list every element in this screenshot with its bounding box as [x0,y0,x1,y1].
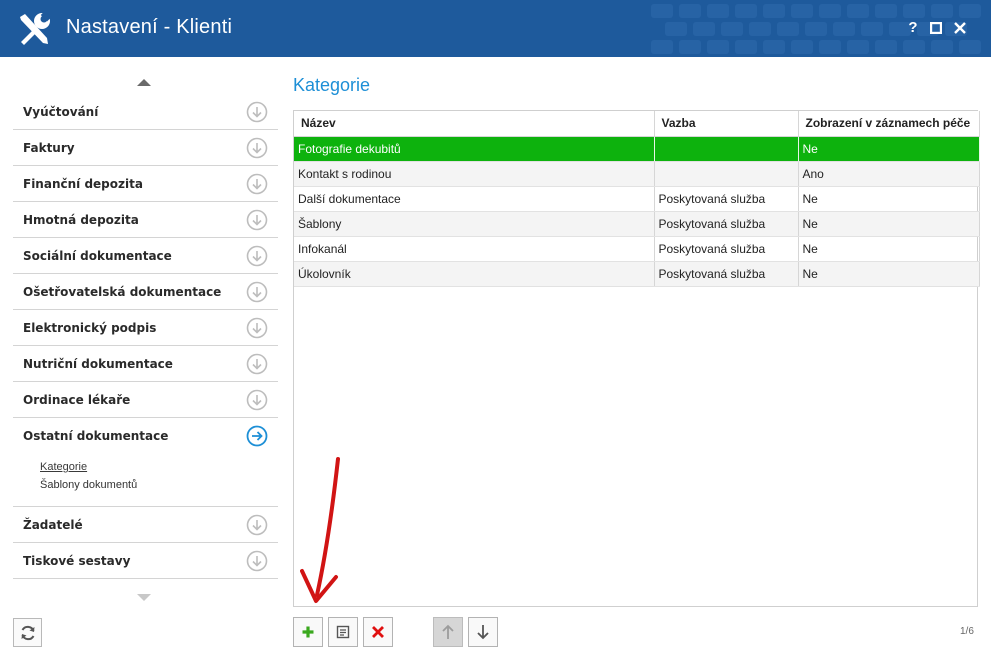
sidebar-item-vyuctovani[interactable]: Vyúčtování [13,94,278,130]
sidebar-item-label: Hmotná depozita [23,213,139,227]
cell-zobrazeni: Ne [798,136,980,162]
sidebar-item-label: Sociální dokumentace [23,249,172,263]
arrow-down-circle-icon[interactable] [246,173,268,195]
cell-vazba: Poskytovaná služba [654,211,799,237]
column-header-vazba[interactable]: Vazba [654,111,799,137]
sidebar-item-hmotna-depozita[interactable]: Hmotná depozita [13,202,278,238]
table-row[interactable]: Úkolovník Poskytovaná služba Ne [294,261,980,287]
cell-nazev: Úkolovník [294,261,655,287]
wrench-screwdriver-icon [20,12,51,45]
arrow-down-circle-icon[interactable] [246,389,268,411]
arrow-down-circle-icon[interactable] [246,317,268,339]
cell-nazev: Fotografie dekubitů [294,136,655,162]
sidebar-item-elektronicky-podpis[interactable]: Elektronický podpis [13,310,278,346]
delete-x-icon [372,626,384,638]
sidebar-item-osetrovatelska-dokumentace[interactable]: Ošetřovatelská dokumentace [13,274,278,310]
sidebar-nav: Vyúčtování Faktury Finanční depozita Hmo… [13,94,278,579]
sidebar-item-nutricni-dokumentace[interactable]: Nutriční dokumentace [13,346,278,382]
cell-zobrazeni: Ne [798,211,980,237]
cell-vazba: Poskytovaná služba [654,236,799,262]
sidebar-item-label: Ordinace lékaře [23,393,131,407]
sidebar-item-tiskove-sestavy[interactable]: Tiskové sestavy [13,543,278,579]
cell-zobrazeni: Ne [798,186,980,212]
arrow-down-circle-icon[interactable] [246,209,268,231]
table-row[interactable]: Kontakt s rodinou Ano [294,161,980,187]
sidebar-item-label: Žadatelé [23,518,83,532]
cell-nazev: Další dokumentace [294,186,655,212]
arrow-right-circle-icon[interactable] [246,425,268,447]
sidebar-scroll-up-icon[interactable] [137,79,151,86]
sidebar-item-label: Elektronický podpis [23,321,157,335]
sidebar: Vyúčtování Faktury Finanční depozita Hmo… [13,58,278,608]
cell-vazba: Poskytovaná služba [654,186,799,212]
sidebar-subitem-kategorie[interactable]: Kategorie [40,461,87,473]
categories-table: Název Vazba Zobrazení v záznamech péče F… [294,111,980,287]
maximize-icon [929,21,943,35]
arrow-down-circle-icon[interactable] [246,245,268,267]
refresh-button[interactable] [13,618,42,647]
table-row[interactable]: Šablony Poskytovaná služba Ne [294,211,980,237]
arrow-down-circle-icon[interactable] [246,281,268,303]
cell-nazev: Infokanál [294,236,655,262]
sidebar-item-label: Tiskové sestavy [23,554,131,568]
sidebar-subitem-sablony-dokumentu[interactable]: Šablony dokumentů [40,479,137,491]
cell-vazba [654,136,799,162]
cell-vazba: Poskytovaná služba [654,261,799,287]
table-row[interactable]: Další dokumentace Poskytovaná služba Ne [294,186,980,212]
column-header-nazev[interactable]: Název [294,111,655,137]
cell-nazev: Kontakt s rodinou [294,161,655,187]
table-row[interactable]: Infokanál Poskytovaná služba Ne [294,236,980,262]
arrow-up-icon [442,624,454,639]
sidebar-item-zadatele[interactable]: Žadatelé [13,507,278,543]
sidebar-item-ostatni-dokumentace[interactable]: Ostatní dokumentace Kategorie Šablony do… [13,418,278,507]
arrow-down-circle-icon[interactable] [246,137,268,159]
title-bar: Nastavení - Klienti ? [0,0,991,57]
page-title: Kategorie [293,75,371,95]
cell-vazba [654,161,799,187]
sidebar-item-label: Faktury [23,141,75,155]
cell-zobrazeni: Ne [798,236,980,262]
move-down-button[interactable] [468,617,498,647]
arrow-down-circle-icon[interactable] [246,353,268,375]
sidebar-item-financni-depozita[interactable]: Finanční depozita [13,166,278,202]
arrow-down-circle-icon[interactable] [246,550,268,572]
sidebar-item-label: Ostatní dokumentace [23,429,169,443]
cell-zobrazeni: Ne [798,261,980,287]
categories-grid: Název Vazba Zobrazení v záznamech péče F… [293,110,980,607]
sidebar-item-ordinace-lekare[interactable]: Ordinace lékaře [13,382,278,418]
plus-icon [302,626,314,638]
edit-document-icon [336,625,350,639]
sidebar-item-label: Finanční depozita [23,177,143,191]
sidebar-item-label: Vyúčtování [23,105,99,119]
maximize-button[interactable] [926,18,946,38]
move-up-button[interactable] [433,617,463,647]
help-button[interactable]: ? [903,18,923,38]
sidebar-scroll-down-icon[interactable] [137,594,151,601]
sidebar-item-label: Nutriční dokumentace [23,357,173,371]
sidebar-item-faktury[interactable]: Faktury [13,130,278,166]
arrow-down-circle-icon[interactable] [246,101,268,123]
delete-button[interactable] [363,617,393,647]
close-icon [954,22,966,34]
sidebar-item-socialni-dokumentace[interactable]: Sociální dokumentace [13,238,278,274]
refresh-icon [21,625,34,640]
add-button[interactable] [293,617,323,647]
cell-nazev: Šablony [294,211,655,237]
close-button[interactable] [950,18,970,38]
sidebar-item-label: Ošetřovatelská dokumentace [23,285,222,299]
window-title: Nastavení - Klienti [66,16,233,38]
table-row[interactable]: Fotografie dekubitů Ne [294,136,980,162]
cell-zobrazeni: Ano [798,161,980,187]
table-header-row: Název Vazba Zobrazení v záznamech péče [294,111,980,137]
arrow-down-circle-icon[interactable] [246,514,268,536]
pager-indicator: 1/6 [960,626,974,637]
edit-button[interactable] [328,617,358,647]
column-header-zobrazeni[interactable]: Zobrazení v záznamech péče [798,111,980,137]
arrow-down-icon [477,625,489,640]
